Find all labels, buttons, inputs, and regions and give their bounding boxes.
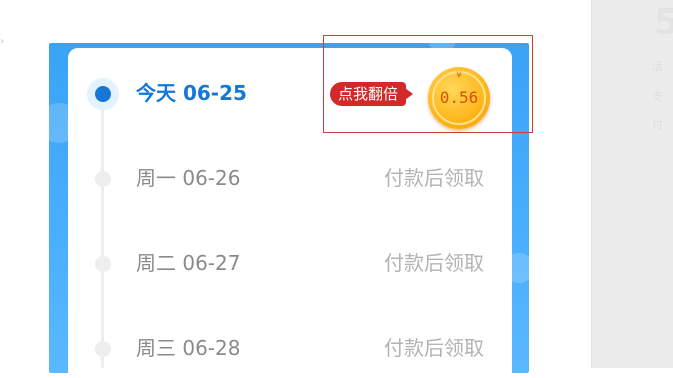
side-panel-number: 5 — [654, 2, 673, 43]
day-label: 周一 06-26 — [136, 166, 241, 190]
day-label: 周二 06-27 — [136, 251, 241, 275]
side-panel: 5 活 支 付 — [591, 0, 673, 368]
gold-coin-icon[interactable]: ¥ 0.56 — [428, 67, 490, 129]
currency-symbol: ¥ — [456, 71, 462, 81]
timeline-dot-icon — [95, 341, 111, 357]
side-panel-line: 付 — [652, 118, 663, 131]
side-panel-line: 活 — [652, 60, 663, 73]
reward-amount: 0.56 — [439, 88, 479, 107]
timeline-dot-icon — [95, 171, 111, 187]
day-label: 周三 06-28 — [136, 336, 241, 360]
double-reward-button[interactable]: 点我翻倍 — [330, 82, 414, 106]
timeline-dot-icon — [95, 256, 111, 272]
day-label-today: 今天 06-25 — [136, 81, 247, 105]
left-edge-mark: › — [0, 36, 4, 47]
timeline-dot-active-icon — [95, 86, 111, 102]
day-status: 付款后领取 — [384, 336, 484, 360]
side-panel-line: 支 — [652, 90, 663, 103]
day-status: 付款后领取 — [384, 166, 484, 190]
timeline-line — [101, 100, 104, 368]
day-status: 付款后领取 — [384, 251, 484, 275]
